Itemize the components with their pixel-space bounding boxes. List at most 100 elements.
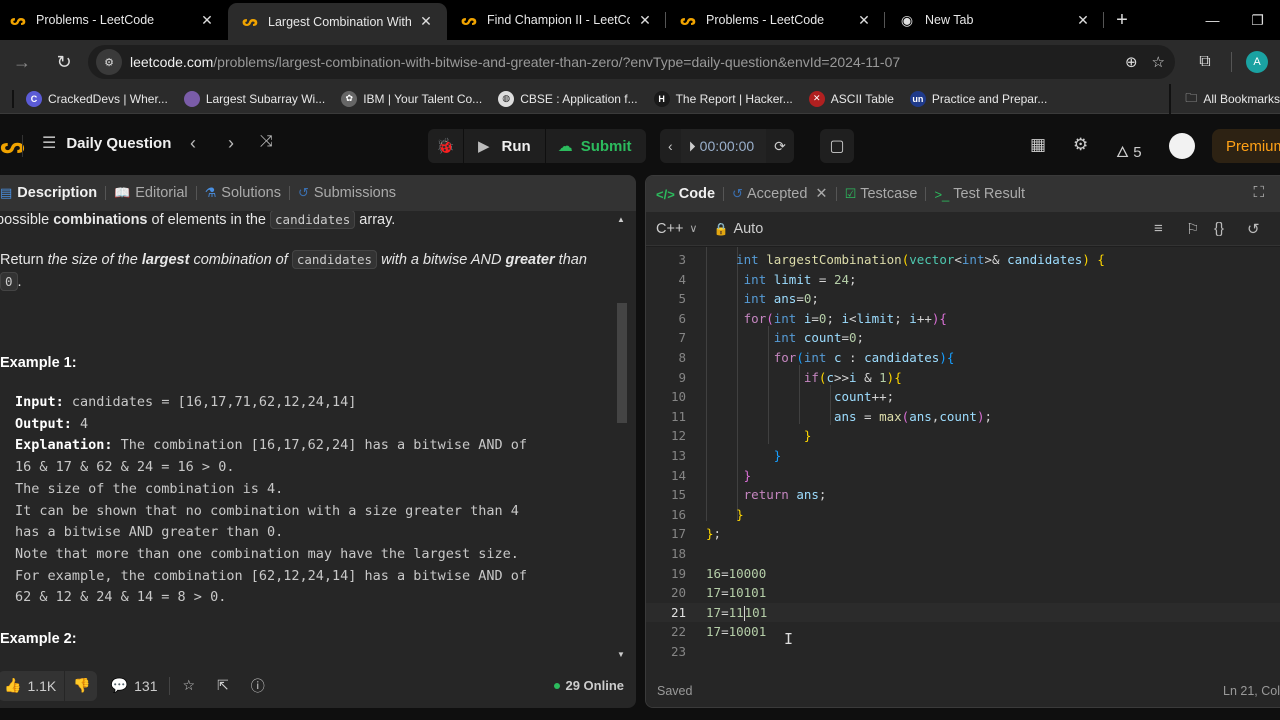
shuffle-icon[interactable]: ⤨ [260,133,273,151]
code-line[interactable]: 22 17=10001 [646,622,1280,642]
forward-button[interactable]: → [4,44,40,80]
bookmark-item[interactable]: ◍ CBSE : Application f... [498,90,638,107]
help-icon[interactable]: ⓘ [251,676,265,696]
code-line[interactable]: 10 count++; [646,387,1280,407]
code-line[interactable]: 20 17=10101 [646,583,1280,603]
reset-timer-icon[interactable]: ⟳ [766,129,794,163]
close-tab-icon[interactable]: ✕ [198,12,216,29]
code-line[interactable]: 13 } [646,446,1280,466]
description-scrollbar[interactable]: ▲ ▼ [614,211,628,663]
scroll-up-icon[interactable]: ▲ [617,215,625,224]
comments-count[interactable]: 131 [134,678,157,694]
layout-icon[interactable]: ▦ [1030,135,1046,155]
extensions-icon[interactable]: ⧉ [1185,53,1225,71]
code-line[interactable]: 9 if(c>>i & 1){ [646,368,1280,388]
minimize-button[interactable]: — [1190,0,1235,40]
code-line[interactable]: 16 } [646,505,1280,525]
reload-button[interactable]: ↻ [46,44,82,80]
collapse-timer-icon[interactable]: ‹ [660,129,681,163]
code-line[interactable]: 14 } [646,466,1280,486]
scroll-down-icon[interactable]: ▼ [617,650,625,659]
chevron-down-icon[interactable]: ∨ [689,222,697,235]
restore-button[interactable]: ❐ [1235,0,1280,40]
submit-button[interactable]: ☁ Submit [546,129,646,163]
tab-description[interactable]: ▤ Description [0,185,97,201]
line-number: 17 [670,526,686,542]
code-line[interactable]: 8 for(int c : candidates){ [646,348,1280,368]
profile-avatar[interactable]: A [1246,51,1268,73]
bookmark-item[interactable]: H The Report | Hacker... [653,90,793,107]
notes-icon[interactable]: ▢ [820,129,854,163]
close-tab-icon[interactable]: ✕ [1074,12,1092,29]
browser-tab[interactable]: ◉ New Tab ✕ [885,3,1104,37]
address-bar[interactable]: ⚙ leetcode.com/problems/largest-combinat… [88,45,1175,79]
code-line[interactable]: 19 16=10000 [646,564,1280,584]
premium-button[interactable]: Premium [1212,129,1280,163]
favorite-star-icon[interactable]: ☆ [182,677,195,694]
format-icon[interactable]: ≡ [1154,220,1163,237]
language-select[interactable]: C++ [656,221,683,237]
tab-solutions[interactable]: ⚗ Solutions [205,185,281,201]
bookmark-star-icon[interactable]: ☆ [1152,53,1165,71]
code-line[interactable]: 3 int largestCombination(vector<int>& ca… [646,250,1280,270]
code-line[interactable]: 18 [646,544,1280,564]
debugger-icon[interactable]: 🐞 [428,129,464,163]
braces-icon[interactable]: {} [1214,220,1224,237]
code-line[interactable]: 17}; [646,524,1280,544]
site-info-icon[interactable]: ⚙ [96,49,122,75]
share-icon[interactable]: ⇱ [217,677,229,694]
timer-button[interactable]: ⏵ 00:00:00 [680,129,767,163]
tab-accepted[interactable]: ↺ Accepted ✕ [732,186,828,202]
bookmark-item[interactable]: ✿ IBM | Your Talent Co... [341,90,482,107]
tab-code[interactable]: </> Code [656,186,715,202]
all-bookmarks-button[interactable]: 🗀 All Bookmarks [1169,84,1280,114]
bookmark-item[interactable]: C CrackedDevs | Wher... [26,90,168,107]
browser-tab-title: Problems - LeetCode [706,13,825,27]
code-line[interactable]: 23 [646,642,1280,662]
code-line[interactable]: 11 ans = max(ans,count); [646,407,1280,427]
close-tab-icon[interactable]: ✕ [855,12,873,29]
close-tab-icon[interactable]: ✕ [636,12,654,29]
browser-tab[interactable]: ᔕ Largest Combination With Bi ✕ [228,3,447,40]
comment-icon[interactable]: 💬 [111,677,128,694]
thumbs-up-icon[interactable]: 👍 [4,677,21,694]
thumbs-down-icon[interactable]: 👎 [73,677,90,694]
bookmark-icon[interactable]: ⚐ [1186,220,1199,238]
code-line[interactable]: 4 int limit = 24; [646,270,1280,290]
code-line[interactable]: 15 return ans; [646,485,1280,505]
run-submit-group: 🐞 ▶ Run ☁ Submit [428,129,646,163]
code-line[interactable]: 21 17=11101 [646,602,1280,623]
bookmark-item[interactable]: Largest Subarray Wi... [183,90,325,107]
browser-tab[interactable]: ᔕ Find Champion II - LeetCode ✕ [447,3,666,37]
bookmark-item[interactable]: ✕ ASCII Table [808,90,894,107]
browser-tab[interactable]: ᔕ Problems - LeetCode ✕ [0,3,228,37]
code-line[interactable]: 12 } [646,426,1280,446]
next-problem-icon[interactable]: › [228,133,234,154]
code-editor[interactable]: 3 int largestCombination(vector<int>& ca… [646,247,1280,677]
example-1-block: Input: candidates = [16,17,71,62,12,24,1… [0,392,527,609]
prev-problem-icon[interactable]: ‹ [190,133,196,154]
scrollbar-thumb[interactable] [617,303,627,423]
tab-test-result[interactable]: >_ Test Result [934,186,1025,202]
daily-question-button[interactable]: ☰ Daily Question [42,133,171,153]
tab-submissions[interactable]: ↺ Submissions [298,185,396,201]
close-tab-icon[interactable]: ✕ [815,186,827,202]
fullscreen-icon[interactable]: ⛶ [1253,184,1264,201]
bookmark-item[interactable]: un Practice and Prepar... [909,90,1047,107]
run-button[interactable]: ▶ Run [464,129,546,163]
code-line[interactable]: 7 int count=0; [646,328,1280,348]
browser-tab[interactable]: ᔕ Problems - LeetCode ✕ [666,3,885,37]
code-line[interactable]: 6 for(int i=0; i<limit; i++){ [646,309,1280,329]
tab-testcase[interactable]: ☑ Testcase [845,186,918,202]
streak-counter[interactable]: 🜂 5 [1116,135,1142,166]
new-tab-button[interactable]: + [1104,3,1140,37]
zoom-icon[interactable]: ⊕ [1125,53,1138,71]
auto-mode-label[interactable]: Auto [733,221,763,237]
url-text[interactable]: leetcode.com/problems/largest-combinatio… [130,54,900,70]
close-tab-icon[interactable]: ✕ [417,13,435,30]
code-line[interactable]: 5 int ans=0; [646,289,1280,309]
reset-code-icon[interactable]: ↺ [1247,220,1260,238]
settings-gear-icon[interactable]: ⚙ [1073,135,1088,155]
user-avatar[interactable] [1169,133,1195,159]
tab-editorial[interactable]: 📖 Editorial [114,185,188,201]
